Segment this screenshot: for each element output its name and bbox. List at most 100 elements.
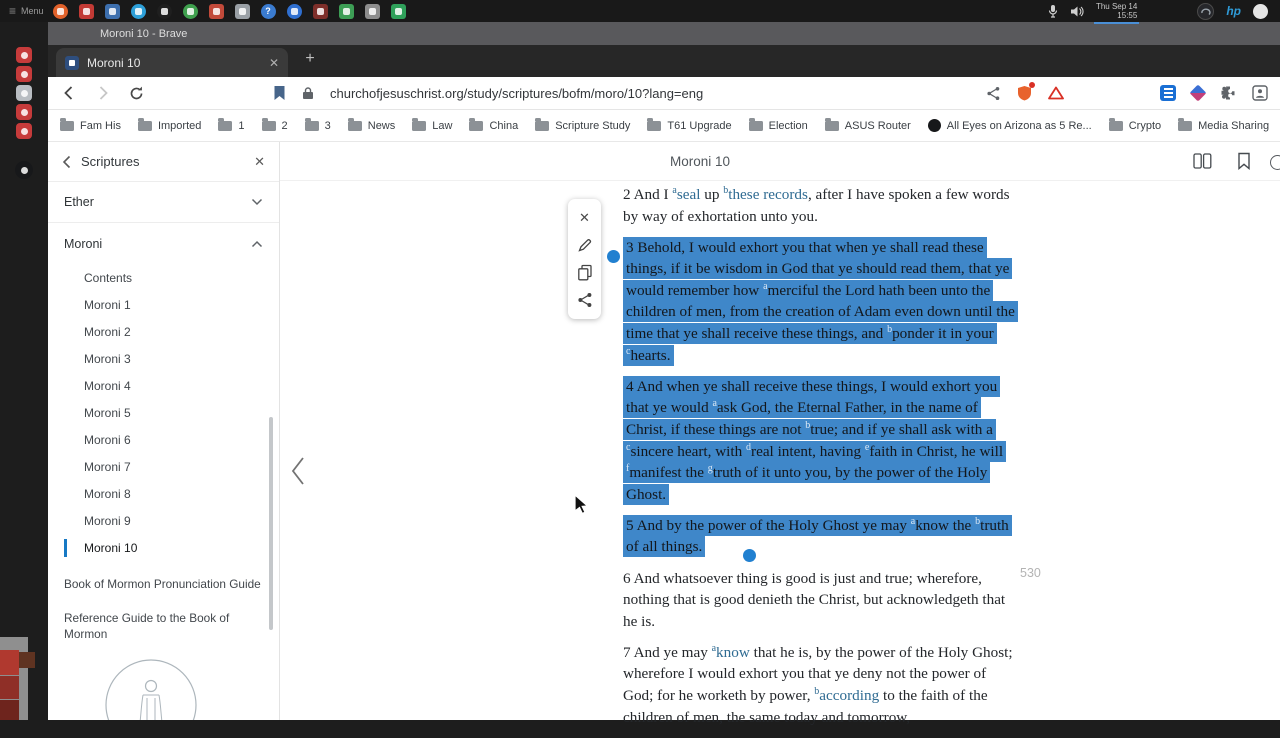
selection-end-handle[interactable] — [743, 549, 756, 562]
green-app-icon[interactable] — [390, 3, 406, 19]
sidebar-item-moroni-2[interactable]: Moroni 2 — [48, 318, 279, 345]
sidebar-close-icon[interactable]: ✕ — [254, 154, 265, 170]
swirl-app-icon[interactable] — [1197, 2, 1215, 20]
bookmark-item[interactable]: ASUS Router — [824, 117, 911, 132]
window-titlebar[interactable]: Moroni 10 - Brave — [48, 22, 1280, 45]
bookmark-item[interactable]: Fam His — [60, 117, 121, 132]
previous-chapter-button[interactable] — [290, 456, 306, 491]
address-bar[interactable]: churchofjesuschrist.org/study/scriptures… — [330, 86, 970, 101]
footnote-link[interactable]: ponder — [892, 325, 934, 342]
footnote-link[interactable]: hearts — [630, 347, 666, 364]
browser-tab[interactable]: Moroni 10 ✕ — [56, 48, 288, 77]
sidebar-item-moroni-4[interactable]: Moroni 4 — [48, 372, 279, 399]
tray-circle-icon[interactable] — [1253, 3, 1268, 19]
green-chat-icon[interactable] — [182, 3, 198, 19]
sidebar-item-contents[interactable]: Contents — [48, 264, 279, 291]
highlight-button[interactable] — [575, 235, 595, 255]
sidebar-scrollbar[interactable] — [269, 417, 273, 630]
forward-button[interactable] — [94, 84, 112, 102]
footnote-link[interactable]: real — [751, 443, 774, 460]
telegram-icon[interactable] — [130, 3, 146, 19]
clipped-header-icon[interactable] — [1270, 155, 1280, 170]
bookmark-icon[interactable] — [1237, 152, 1251, 170]
sidebar-item-moroni-7[interactable]: Moroni 7 — [48, 453, 279, 480]
files-icon[interactable] — [234, 3, 250, 19]
selection-start-handle[interactable] — [607, 250, 620, 263]
verse-4[interactable]: 4 And when ye shall receive these things… — [623, 375, 1015, 506]
red-badge-icon-3[interactable] — [16, 104, 32, 120]
grid-icon[interactable] — [16, 85, 32, 101]
profile-icon[interactable] — [1252, 85, 1268, 101]
bookmark-item[interactable]: Election — [748, 117, 808, 132]
footnote-link[interactable]: true — [810, 421, 834, 438]
footnote-link[interactable]: ask — [717, 399, 737, 416]
sidebar-item-moroni-3[interactable]: Moroni 3 — [48, 345, 279, 372]
sidebar-item-ether[interactable]: Ether — [48, 182, 279, 223]
bookmark-item[interactable]: Law — [412, 117, 452, 132]
volume-icon[interactable] — [1070, 5, 1084, 18]
bookmark-item[interactable]: 2 — [261, 117, 288, 132]
footnote-link[interactable]: truth — [980, 517, 1009, 534]
spreadsheet-icon[interactable] — [338, 3, 354, 19]
red-badge-icon-1[interactable] — [16, 47, 32, 63]
verse-3[interactable]: 3 Behold, I would exhort you that when y… — [623, 236, 1018, 367]
sidebar-item-moroni[interactable]: Moroni — [48, 223, 279, 264]
sidebar-item-reference-guide[interactable]: Reference Guide to the Book of Mormon — [48, 601, 279, 651]
bookmark-item[interactable]: T61 Upgrade — [647, 117, 732, 132]
new-tab-button[interactable]: + — [300, 50, 320, 68]
globe-icon[interactable] — [286, 3, 302, 19]
bookmark-item[interactable]: 3 — [304, 117, 331, 132]
bookmark-item[interactable]: Media Sharing — [1178, 117, 1269, 132]
bookmark-item[interactable]: News — [347, 117, 395, 132]
reload-button[interactable] — [128, 85, 145, 102]
bookmark-item[interactable]: China — [469, 117, 518, 132]
firefox-icon[interactable] — [52, 3, 68, 19]
sidebar-item-moroni-6[interactable]: Moroni 6 — [48, 426, 279, 453]
sidebar-item-moroni-10[interactable]: Moroni 10 — [48, 534, 279, 561]
footnote-link[interactable]: sincere — [630, 443, 673, 460]
system-clock[interactable]: Thu Sep 14 15:55 — [1093, 2, 1140, 24]
dark-app-icon[interactable] — [156, 3, 172, 19]
footnote-link[interactable]: know — [716, 644, 750, 661]
footnote-link[interactable]: according — [819, 687, 879, 704]
video-editor-icon[interactable] — [312, 3, 328, 19]
related-content-icon[interactable] — [1193, 153, 1212, 169]
footnote-link[interactable]: these records — [728, 186, 808, 203]
verse-5[interactable]: 5 And by the power of the Holy Ghost ye … — [623, 514, 1015, 558]
sidebar-item-moroni-9[interactable]: Moroni 9 — [48, 507, 279, 534]
photo-tool-icon[interactable] — [104, 3, 120, 19]
footnote-link[interactable]: truth — [713, 464, 742, 481]
bookmark-item[interactable]: Crypto — [1108, 117, 1161, 132]
footnote-link[interactable]: know — [915, 517, 949, 534]
sidebar-item-moroni-1[interactable]: Moroni 1 — [48, 291, 279, 318]
share-icon[interactable] — [986, 86, 1001, 101]
sidebar-item-moroni-5[interactable]: Moroni 5 — [48, 399, 279, 426]
gem-extension-icon[interactable] — [1189, 84, 1207, 102]
red-badge-icon-2[interactable] — [16, 66, 32, 82]
selection-close-button[interactable]: ✕ — [575, 208, 595, 228]
bookmark-item[interactable]: Imported — [137, 117, 201, 132]
verse-7[interactable]: 7 And ye may aknow that he is, by the po… — [623, 642, 1015, 728]
verse-6[interactable]: 6 And whatsoever thing is good is just a… — [623, 568, 1015, 633]
bookmark-item[interactable]: 1 — [218, 117, 245, 132]
footnote-link[interactable]: seal — [677, 186, 701, 203]
sidebar-item-moroni-8[interactable]: Moroni 8 — [48, 480, 279, 507]
brave-shields-icon[interactable] — [1017, 82, 1035, 101]
bookmark-item[interactable]: Scripture Study — [535, 117, 630, 132]
microphone-icon[interactable] — [1048, 4, 1058, 19]
red-badge-icon-4[interactable] — [16, 123, 32, 139]
red-media-icon[interactable] — [78, 3, 94, 19]
verse-2[interactable]: 2 And I aseal up bthese records, after I… — [623, 184, 1015, 227]
bookmark-flag-icon[interactable] — [273, 85, 286, 101]
dark-swirl-icon[interactable] — [15, 161, 33, 179]
mail-icon[interactable] — [208, 3, 224, 19]
system-menu[interactable]: ≡ Menu — [0, 5, 53, 17]
copy-button[interactable] — [575, 263, 595, 283]
site-security-icon[interactable] — [302, 86, 314, 100]
footnote-link[interactable]: merciful — [768, 282, 819, 299]
bookmark-item[interactable]: All Eyes on Arizona as 5 Re... — [927, 119, 1092, 132]
warning-triangle-icon[interactable] — [1048, 86, 1064, 100]
help-icon[interactable]: ? — [260, 3, 276, 19]
sidebar-item-pronunciation-guide[interactable]: Book of Mormon Pronunciation Guide — [48, 567, 279, 601]
back-button[interactable] — [60, 84, 78, 102]
